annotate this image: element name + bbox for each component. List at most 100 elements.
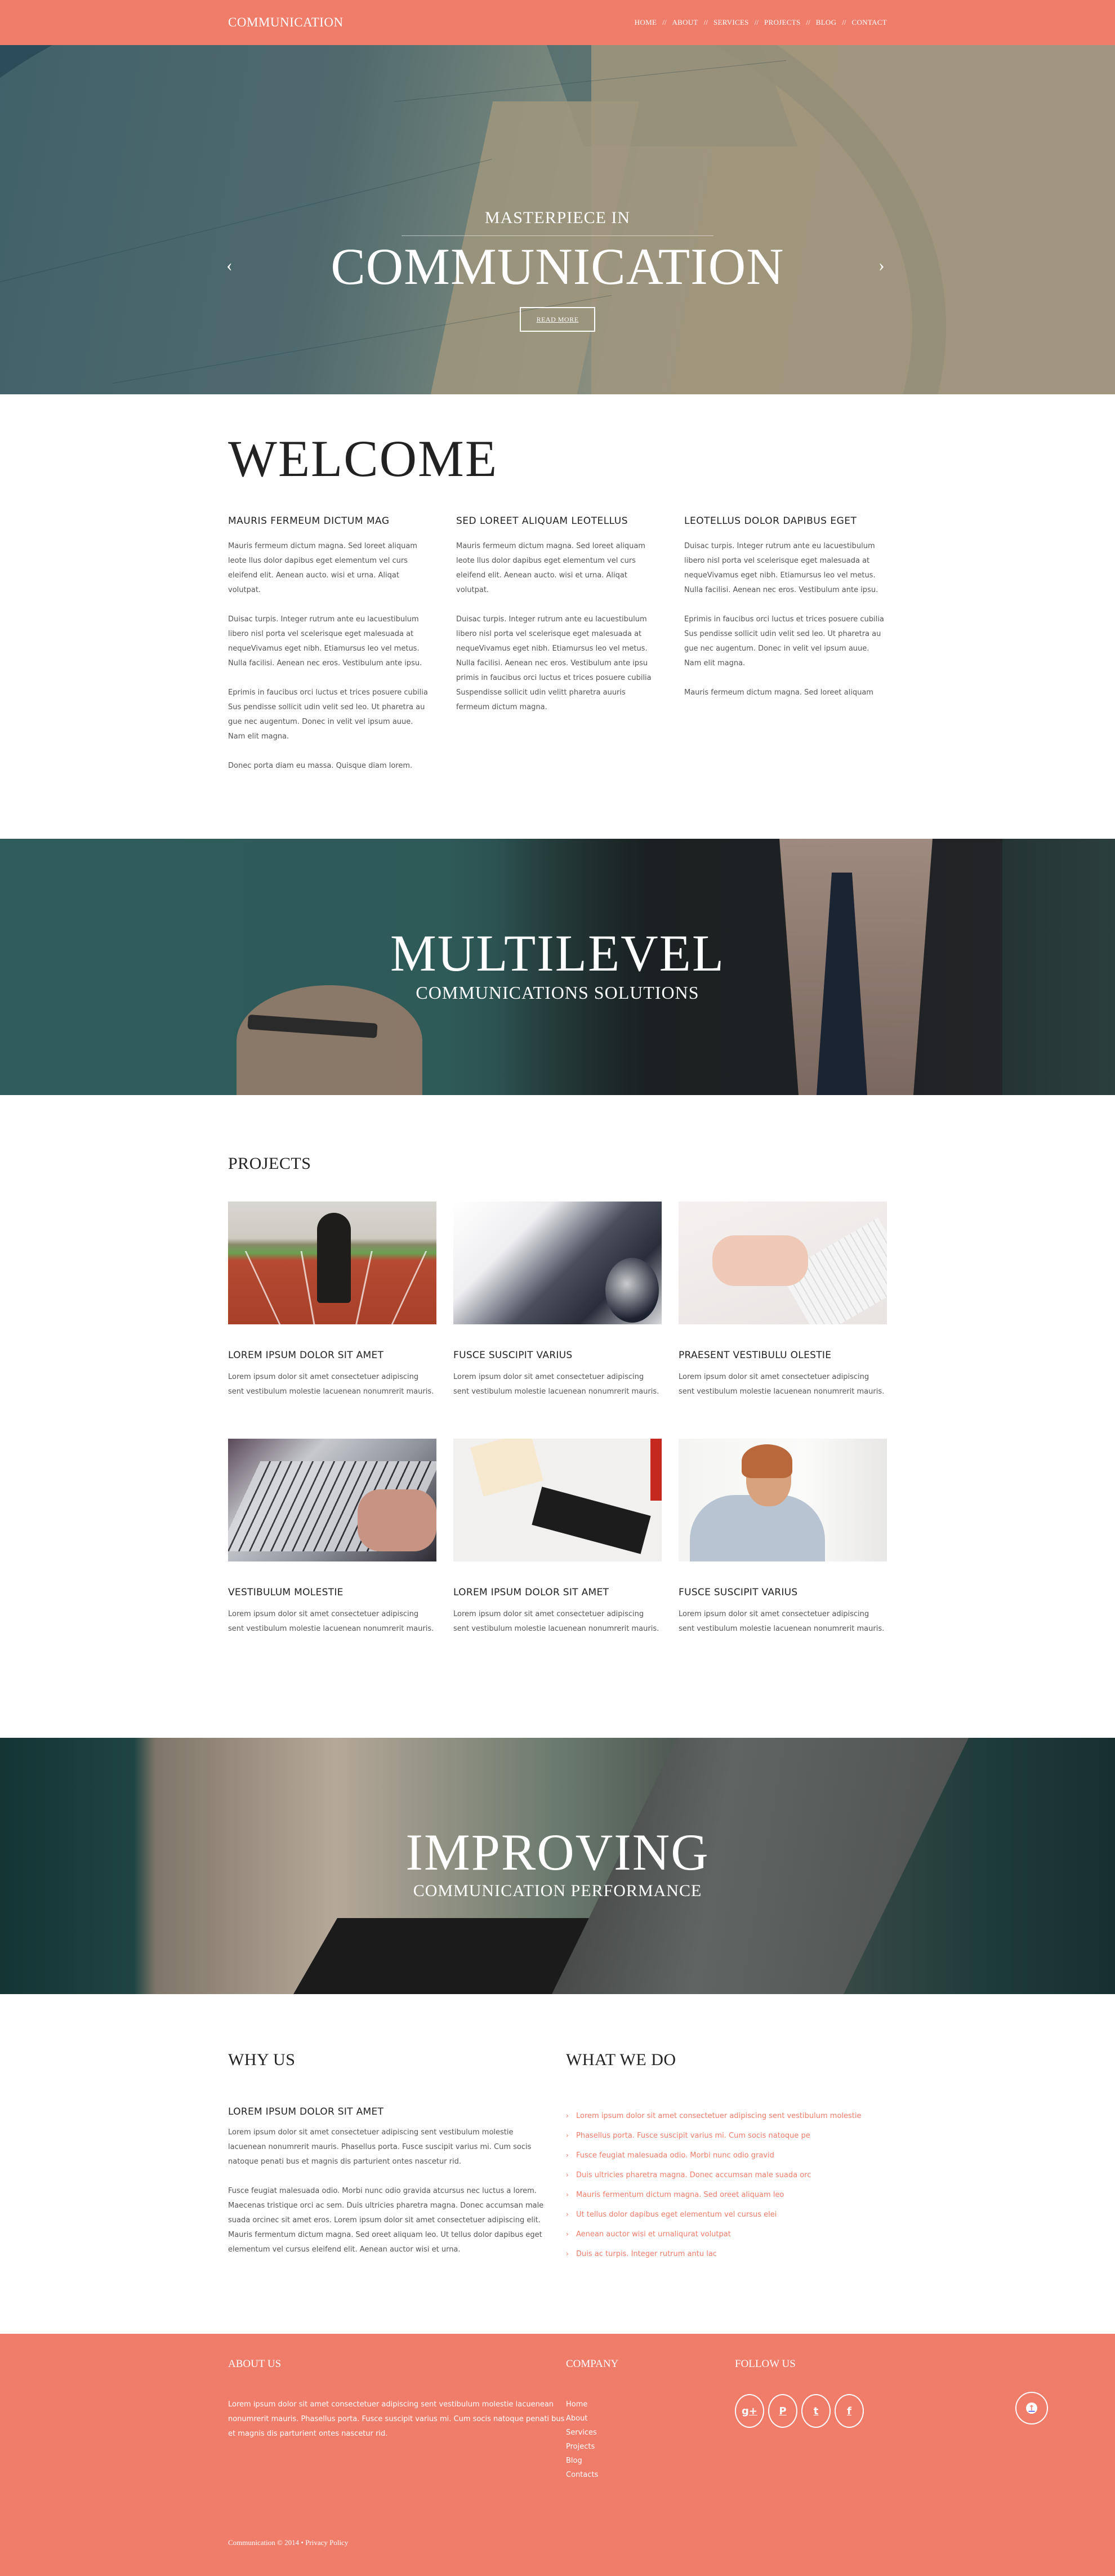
- chevron-right-icon: ›: [566, 2151, 569, 2159]
- footer-link-projects[interactable]: Projects: [566, 2440, 735, 2454]
- list-item: › Phasellus porta. Fusce suscipit varius …: [566, 2126, 887, 2146]
- chevron-right-icon: ›: [566, 2250, 569, 2258]
- footer-link-home[interactable]: Home: [566, 2397, 735, 2412]
- list-item: › Mauris fermentum dictum magna. Sed oree…: [566, 2185, 887, 2205]
- banner-title: IMPROVING: [405, 1823, 710, 1881]
- project-heading[interactable]: LOREM IPSUM DOLOR SIT AMET: [453, 1587, 662, 1598]
- banner-subtitle: COMMUNICATIONS SOLUTIONS: [416, 982, 699, 1003]
- list-item-link[interactable]: Ut tellus dolor dapibus eget elementum v…: [576, 2205, 777, 2224]
- list-item-link[interactable]: Lorem ipsum dolor sit amet consectetuer …: [576, 2106, 862, 2126]
- list-item-link[interactable]: Duis ultricies pharetra magna. Donec acc…: [576, 2165, 811, 2185]
- column-paragraph: Donec porta diam eu massa. Quisque diam …: [228, 762, 413, 770]
- project-card[interactable]: LOREM IPSUM DOLOR SIT AMET Lorem ipsum d…: [228, 1202, 436, 1399]
- column-paragraph: Mauris fermeum dictum magna. Sed loreet …: [684, 688, 873, 697]
- list-item-link[interactable]: Duis ac turpis. Integer rutrum antu lac: [576, 2244, 717, 2264]
- multilevel-banner: MULTILEVEL COMMUNICATIONS SOLUTIONS: [0, 839, 1115, 1095]
- hero-divider: [402, 235, 713, 236]
- column-heading: SED LOREET ALIQUAM LEOTELLUS: [456, 515, 628, 527]
- project-card[interactable]: FUSCE SUSCIPIT VARIUS Lorem ipsum dolor …: [453, 1202, 662, 1399]
- welcome-title: WELCOME: [228, 430, 498, 487]
- nav-blog[interactable]: BLOG: [816, 18, 837, 27]
- footer-link-about[interactable]: About: [566, 2412, 735, 2426]
- project-heading[interactable]: LOREM IPSUM DOLOR SIT AMET: [228, 1350, 436, 1361]
- nav-services[interactable]: SERVICES: [713, 18, 749, 27]
- chevron-right-icon: ›: [566, 2112, 569, 2120]
- chevron-right-icon: ›: [566, 2191, 569, 2199]
- list-item: › Fusce feugiat malesuada odio. Morbi nun…: [566, 2146, 887, 2165]
- nav-about[interactable]: ABOUT: [672, 18, 698, 27]
- footer-link-services[interactable]: Services: [566, 2426, 735, 2440]
- welcome-column: SED LOREET ALIQUAM LEOTELLUS Mauris ferm…: [456, 515, 659, 788]
- nav-separator: //: [842, 18, 846, 26]
- nav-home[interactable]: HOME: [635, 18, 657, 27]
- project-card[interactable]: LOREM IPSUM DOLOR SIT AMET Lorem ipsum d…: [453, 1439, 662, 1636]
- project-image[interactable]: [228, 1202, 436, 1324]
- footer-link-contacts[interactable]: Contacts: [566, 2468, 735, 2482]
- column-paragraph: Duisac turpis. Integer rutrum ante eu la…: [228, 615, 422, 668]
- footer-link-blog[interactable]: Blog: [566, 2454, 735, 2468]
- chevron-right-icon: ›: [566, 2132, 569, 2139]
- welcome-section: WELCOME MAURIS FERMEUM DICTUM MAG Mauris…: [0, 394, 1115, 839]
- facebook-icon[interactable]: f: [835, 2394, 864, 2428]
- list-item-link[interactable]: Phasellus porta. Fusce suscipit varius m…: [576, 2126, 810, 2146]
- list-item-link[interactable]: Fusce feugiat malesuada odio. Morbi nunc…: [576, 2146, 774, 2165]
- google-plus-icon[interactable]: g+: [735, 2394, 764, 2428]
- nav-separator: //: [703, 18, 708, 26]
- site-logo[interactable]: COMMUNICATION: [228, 15, 344, 30]
- chevron-right-icon: ›: [566, 2210, 569, 2218]
- why-us-heading: LOREM IPSUM DOLOR SIT AMET: [228, 2106, 384, 2117]
- footer-company-title: COMPANY: [566, 2358, 619, 2370]
- banner-subtitle: COMMUNICATION PERFORMANCE: [413, 1881, 702, 1900]
- why-us-paragraph: Fusce feugiat malesuada odio. Morbi nunc…: [228, 2187, 544, 2254]
- project-heading[interactable]: PRAESENT VESTIBULU OLESTIE: [679, 1350, 887, 1361]
- project-text: Lorem ipsum dolor sit amet consectetuer …: [453, 1610, 659, 1633]
- list-item-link[interactable]: Aenean auctor wisi et urnaliqurat volutp…: [576, 2224, 731, 2244]
- pinterest-icon[interactable]: P: [768, 2394, 797, 2428]
- hero-slider: MASTERPIECE IN COMMUNICATION READ MORE ‹…: [0, 45, 1115, 394]
- privacy-policy-link[interactable]: Privacy Policy: [305, 2538, 348, 2547]
- project-heading[interactable]: FUSCE SUSCIPIT VARIUS: [453, 1350, 662, 1361]
- footer-about: ABOUT US Lorem ipsum dolor sit amet cons…: [228, 2358, 566, 2482]
- hero-title: COMMUNICATION: [331, 238, 784, 295]
- nav-separator: //: [662, 18, 667, 26]
- list-item-link[interactable]: Mauris fermentum dictum magna. Sed oreet…: [576, 2185, 784, 2205]
- chevron-left-icon[interactable]: ‹: [226, 255, 233, 275]
- project-image[interactable]: [228, 1439, 436, 1561]
- column-heading: LEOTELLUS DOLOR DAPIBUS EGET: [684, 515, 857, 527]
- hero-pretitle: MASTERPIECE IN: [484, 208, 631, 227]
- why-us-paragraph: Lorem ipsum dolor sit amet consectetuer …: [228, 2128, 532, 2166]
- main-nav: HOME // ABOUT // SERVICES // PROJECTS //…: [635, 18, 887, 27]
- project-heading[interactable]: FUSCE SUSCIPIT VARIUS: [679, 1587, 887, 1598]
- nav-contact[interactable]: CONTACT: [852, 18, 887, 27]
- nav-projects[interactable]: PROJECTS: [764, 18, 801, 27]
- project-text: Lorem ipsum dolor sit amet consectetuer …: [228, 1610, 434, 1633]
- improving-banner: IMPROVING COMMUNICATION PERFORMANCE: [0, 1738, 1115, 1994]
- twitter-icon[interactable]: t: [801, 2394, 831, 2428]
- project-image[interactable]: [453, 1202, 662, 1324]
- list-item: › Duis ultricies pharetra magna. Donec ac…: [566, 2165, 887, 2185]
- project-text: Lorem ipsum dolor sit amet consectetuer …: [453, 1373, 659, 1396]
- project-card[interactable]: FUSCE SUSCIPIT VARIUS Lorem ipsum dolor …: [679, 1439, 887, 1636]
- site-footer: ABOUT US Lorem ipsum dolor sit amet cons…: [0, 2334, 1115, 2576]
- project-image[interactable]: [679, 1439, 887, 1561]
- chevron-right-icon[interactable]: ›: [878, 255, 885, 275]
- projects-title: PROJECTS: [228, 1154, 311, 1173]
- project-card[interactable]: VESTIBULUM MOLESTIE Lorem ipsum dolor si…: [228, 1439, 436, 1636]
- footer-follow: FOLLOW US g+ P t f: [735, 2358, 887, 2482]
- footer-follow-title: FOLLOW US: [735, 2358, 796, 2370]
- what-we-do-title: WHAT WE DO: [566, 2050, 676, 2069]
- project-heading[interactable]: VESTIBULUM MOLESTIE: [228, 1587, 436, 1598]
- project-image[interactable]: [679, 1202, 887, 1324]
- project-image[interactable]: [453, 1439, 662, 1561]
- list-item: › Duis ac turpis. Integer rutrum antu lac: [566, 2244, 887, 2264]
- projects-section: PROJECTS LOREM IPSUM DOLOR SIT AMET Lore…: [0, 1095, 1115, 1738]
- copyright-text: Communication © 2014 •: [228, 2538, 304, 2547]
- back-to-top-button[interactable]: ↑: [1015, 2392, 1048, 2424]
- welcome-column: LEOTELLUS DOLOR DAPIBUS EGET Duisac turp…: [684, 515, 887, 788]
- arrow-up-icon: ↑: [1026, 2403, 1037, 2414]
- read-more-button[interactable]: READ MORE: [520, 307, 595, 332]
- list-item: › Lorem ipsum dolor sit amet consectetuer…: [566, 2106, 887, 2126]
- list-item: › Ut tellus dolor dapibus eget elementum …: [566, 2205, 887, 2224]
- column-heading: MAURIS FERMEUM DICTUM MAG: [228, 515, 390, 527]
- project-card[interactable]: PRAESENT VESTIBULU OLESTIE Lorem ipsum d…: [679, 1202, 887, 1399]
